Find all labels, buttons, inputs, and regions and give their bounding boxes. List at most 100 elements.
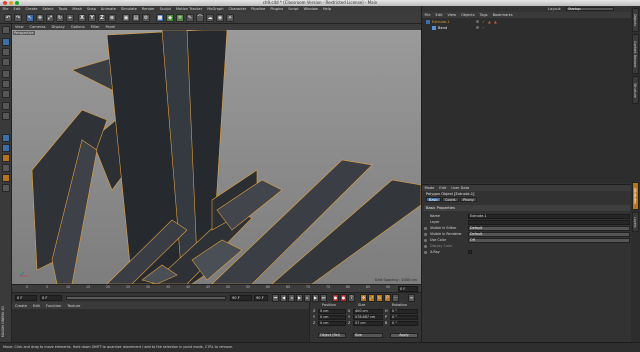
move-icon[interactable]: ✥ bbox=[36, 14, 44, 22]
use-color-dropdown[interactable]: Off bbox=[468, 238, 630, 243]
size-mode-dropdown[interactable]: Size bbox=[353, 333, 383, 338]
position-key-icon[interactable]: ✥ bbox=[360, 294, 367, 302]
material-menu-function[interactable]: Function bbox=[43, 304, 64, 308]
workplane-icon[interactable] bbox=[2, 144, 10, 152]
autokeying-icon[interactable]: ● bbox=[340, 294, 347, 302]
tab-coord[interactable]: Coord. bbox=[442, 197, 460, 202]
material-manager-area[interactable] bbox=[12, 309, 309, 342]
render-view-icon[interactable]: ▣ bbox=[122, 14, 130, 22]
y-axis-lock-button[interactable]: Y bbox=[88, 14, 96, 22]
subdivision-surface-icon[interactable]: ◆ bbox=[166, 14, 174, 22]
animation-key-icon[interactable] bbox=[424, 238, 427, 242]
pos-y-field[interactable]: 0 cm bbox=[318, 315, 346, 320]
scale-icon[interactable]: ⤢ bbox=[46, 14, 54, 22]
animation-key-icon[interactable] bbox=[424, 232, 427, 236]
scale-key-icon[interactable]: ⤢ bbox=[368, 294, 375, 302]
record-active-objects-icon[interactable]: ● bbox=[332, 294, 339, 302]
light-icon[interactable]: ☀ bbox=[226, 14, 234, 22]
tab-phong[interactable]: Phong bbox=[460, 197, 477, 202]
previous-frame-icon[interactable]: ◂ bbox=[288, 294, 295, 302]
timeline-ruler[interactable]: 0 5 10 15 20 25 30 35 40 45 50 55 60 65 … bbox=[12, 284, 421, 292]
attributes-menu-edit[interactable]: Edit bbox=[437, 185, 449, 191]
side-tab-layers[interactable]: Layers bbox=[632, 212, 639, 232]
size-x-field[interactable]: 400 cm bbox=[353, 309, 383, 314]
quantize-icon[interactable] bbox=[2, 154, 10, 162]
coordinate-mode-dropdown[interactable]: Object (Rel) bbox=[318, 333, 346, 338]
solo-icon[interactable] bbox=[2, 174, 10, 182]
go-to-end-icon[interactable]: ⏭ bbox=[320, 294, 327, 302]
layer-field[interactable] bbox=[468, 220, 630, 225]
polygons-mode-icon[interactable] bbox=[2, 90, 10, 98]
tab-basic[interactable]: Basic bbox=[426, 197, 441, 202]
pen-icon[interactable]: ✎ bbox=[186, 14, 194, 22]
z-axis-lock-button[interactable]: Z bbox=[98, 14, 106, 22]
go-to-start-icon[interactable]: ⏮ bbox=[272, 294, 279, 302]
side-tab-objects[interactable]: Objects bbox=[632, 8, 639, 32]
make-editable-icon[interactable] bbox=[2, 26, 10, 34]
points-mode-icon[interactable] bbox=[2, 70, 10, 78]
preview-end-field[interactable]: 90 F bbox=[254, 295, 268, 301]
object-tree[interactable]: Extrude.1 ✓ ▲ ▲ Bend ✓ bbox=[422, 18, 632, 183]
animation-key-icon[interactable] bbox=[424, 226, 427, 230]
3d-viewport[interactable]: Perspective Grid Spacing : 1000 cm bbox=[12, 30, 421, 284]
animation-key-icon[interactable] bbox=[424, 250, 427, 254]
side-tab-structure[interactable]: Structure bbox=[632, 76, 639, 104]
camera-icon[interactable]: ◉ bbox=[216, 14, 224, 22]
cube-icon[interactable]: ■ bbox=[156, 14, 164, 22]
snap-icon[interactable] bbox=[2, 134, 10, 142]
render-settings-icon[interactable]: ⚙ bbox=[142, 14, 150, 22]
undo-icon[interactable]: ↶ bbox=[4, 14, 12, 22]
apply-button[interactable]: Apply bbox=[390, 333, 418, 338]
side-tab-content-browser[interactable]: Content Browser bbox=[632, 34, 639, 74]
pos-z-field[interactable]: 0 cm bbox=[318, 321, 346, 326]
point-level-animation-icon[interactable]: ⋯ bbox=[392, 294, 399, 302]
redo-icon[interactable]: ↷ bbox=[14, 14, 22, 22]
start-frame-field[interactable]: 0 F bbox=[40, 295, 62, 301]
close-window-button[interactable] bbox=[3, 1, 7, 5]
attributes-menu-mode[interactable]: Mode bbox=[422, 185, 437, 191]
visible-in-renderer-dropdown[interactable]: Default bbox=[468, 232, 630, 237]
render-picture-viewer-icon[interactable]: ▤ bbox=[132, 14, 140, 22]
end-frame-field[interactable]: 90 F bbox=[230, 295, 252, 301]
basic-properties-section[interactable]: Basic Properties bbox=[424, 205, 630, 211]
rot-h-field[interactable]: 0 ° bbox=[390, 309, 418, 314]
xray-checkbox[interactable] bbox=[468, 250, 472, 254]
bend-deformer-icon[interactable]: ⌒ bbox=[196, 14, 204, 22]
rot-b-field[interactable]: 0 ° bbox=[390, 321, 418, 326]
zoom-window-button[interactable] bbox=[15, 1, 19, 5]
next-frame-icon[interactable]: ▸ bbox=[304, 294, 311, 302]
name-field[interactable]: Extrude.1 bbox=[468, 214, 630, 219]
visibility-dots-icon[interactable] bbox=[476, 20, 479, 23]
parameter-key-icon[interactable]: P bbox=[384, 294, 391, 302]
environment-icon[interactable]: ☁ bbox=[206, 14, 214, 22]
rotate-icon[interactable]: ↻ bbox=[56, 14, 64, 22]
object-row-bend[interactable]: Bend ✓ bbox=[422, 25, 632, 31]
texture-mode-icon[interactable] bbox=[2, 48, 10, 56]
model-mode-icon[interactable] bbox=[2, 38, 10, 46]
size-z-field[interactable]: 57 cm bbox=[353, 321, 383, 326]
recent-tools-icon[interactable]: + bbox=[66, 14, 74, 22]
material-menu-texture[interactable]: Texture bbox=[64, 304, 83, 308]
attributes-menu-user-data[interactable]: User Data bbox=[449, 185, 472, 191]
x-axis-lock-button[interactable]: X bbox=[78, 14, 86, 22]
visibility-dots-icon[interactable] bbox=[476, 26, 479, 29]
live-selection-icon[interactable]: ↖ bbox=[26, 14, 34, 22]
layout-dropdown[interactable]: Startup bbox=[566, 7, 614, 11]
size-y-field[interactable]: 578.687 cm bbox=[353, 315, 383, 320]
tweak-mode-icon[interactable] bbox=[2, 112, 10, 120]
previous-key-icon[interactable]: ◀ bbox=[280, 294, 287, 302]
grid-icon[interactable] bbox=[2, 184, 10, 192]
rot-p-field[interactable]: 0 ° bbox=[390, 315, 418, 320]
axis-mode-icon[interactable] bbox=[2, 102, 10, 110]
pos-x-field[interactable]: 0 cm bbox=[318, 309, 346, 314]
next-key-icon[interactable]: ▶ bbox=[312, 294, 319, 302]
coordinate-system-icon[interactable]: ⊕ bbox=[108, 14, 116, 22]
material-menu-create[interactable]: Create bbox=[12, 304, 30, 308]
rotation-key-icon[interactable]: ↻ bbox=[376, 294, 383, 302]
current-frame-field[interactable]: 0 F bbox=[15, 295, 37, 301]
frame-range-slider[interactable] bbox=[66, 296, 226, 300]
timeline-menu-icon[interactable]: ≡ bbox=[408, 294, 415, 302]
keyframe-selection-icon[interactable]: ? bbox=[348, 294, 355, 302]
enabled-check-icon[interactable]: ✓ bbox=[482, 25, 485, 31]
material-menu-edit[interactable]: Edit bbox=[30, 304, 43, 308]
